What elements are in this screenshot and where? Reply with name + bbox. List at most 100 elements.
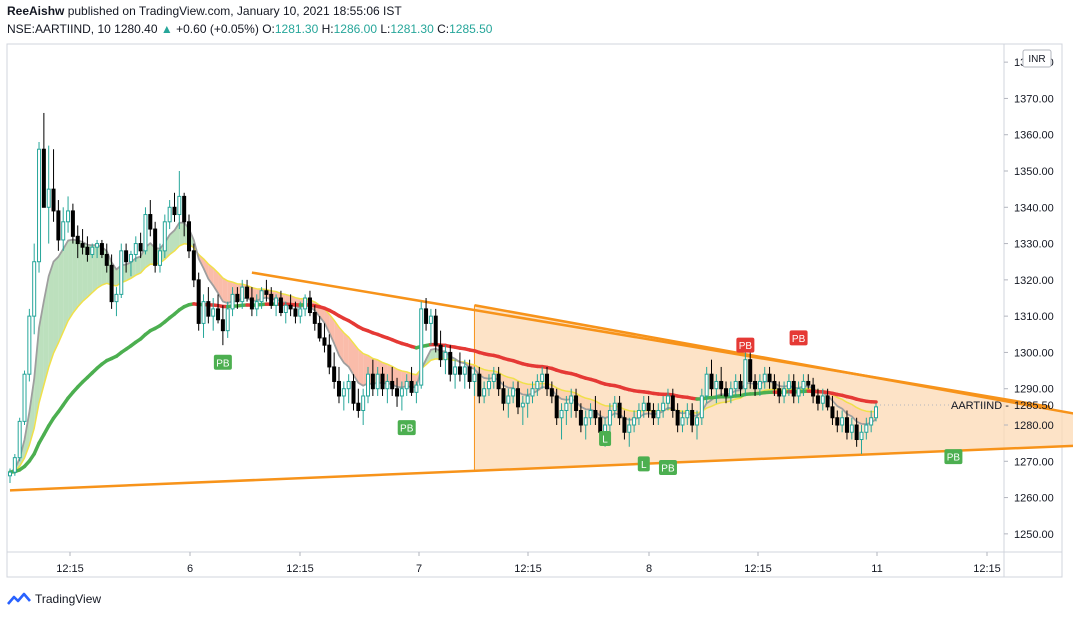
candle-body xyxy=(767,373,772,382)
candle-body xyxy=(665,395,670,404)
candle-body xyxy=(85,246,90,255)
candle-body xyxy=(201,301,206,324)
candle-body xyxy=(356,402,361,411)
x-tick-label: 6 xyxy=(187,563,193,575)
candle-body xyxy=(288,304,293,310)
candle-body xyxy=(80,243,85,248)
candle xyxy=(283,301,288,324)
y-tick-label: 1280.00 xyxy=(1014,420,1054,432)
signal-label: PB xyxy=(739,341,753,352)
candle-body xyxy=(762,373,767,382)
candle-body xyxy=(627,424,632,433)
candle-body xyxy=(399,388,404,397)
candle xyxy=(37,141,42,273)
candle-body xyxy=(32,261,37,317)
candle-body xyxy=(317,322,322,339)
candle-body xyxy=(409,380,414,393)
candle-body xyxy=(559,409,564,419)
candle-body xyxy=(419,308,424,386)
candle-body xyxy=(366,373,371,397)
candle-body xyxy=(486,380,491,390)
candle-body xyxy=(520,402,525,408)
candle-body xyxy=(27,315,32,375)
candle xyxy=(457,352,462,382)
signal-label: PB xyxy=(400,424,414,435)
candle-body xyxy=(119,250,124,295)
candle xyxy=(22,370,27,425)
candle-body xyxy=(525,395,530,404)
candle-body xyxy=(51,188,56,212)
candle xyxy=(274,294,279,317)
candle-body xyxy=(259,290,264,303)
candle-body xyxy=(738,380,743,390)
y-tick-label: 1320.00 xyxy=(1014,275,1054,287)
candle-body xyxy=(187,221,192,252)
price-chart[interactable]: PB PB L L PB PB PB PB 1250.00 1260.00 1270.00 1280.… xyxy=(0,0,1073,618)
candle-body xyxy=(385,380,390,390)
candle-body xyxy=(138,243,143,252)
candle-body xyxy=(56,210,61,241)
ema-cloud-segment xyxy=(53,256,59,354)
candle-body xyxy=(690,409,695,426)
candle-body xyxy=(622,417,627,433)
y-tick-label: 1330.00 xyxy=(1014,239,1054,251)
footer-brand[interactable]: TradingView xyxy=(7,592,101,606)
footer-brand-label: TradingView xyxy=(35,592,102,606)
candle-body xyxy=(632,417,637,426)
candle-body xyxy=(12,457,17,473)
candle-body xyxy=(825,395,830,408)
candle-body xyxy=(617,402,622,419)
candle xyxy=(428,308,433,346)
candle-body xyxy=(448,351,453,375)
candle-body xyxy=(254,301,259,310)
x-tick-label: 8 xyxy=(646,563,652,575)
candle-body xyxy=(182,195,187,223)
candle-body xyxy=(680,417,685,426)
candle-body xyxy=(699,395,704,419)
candle xyxy=(51,149,56,222)
candle-body xyxy=(283,304,288,314)
candle-body xyxy=(322,337,327,346)
candle-body xyxy=(424,308,429,324)
candle-body xyxy=(235,293,240,303)
candle-body xyxy=(274,297,279,306)
candle-body xyxy=(844,417,849,433)
candle xyxy=(32,243,37,335)
candle-body xyxy=(95,243,100,248)
candle-body xyxy=(506,395,511,404)
candle-body xyxy=(133,243,138,255)
candle xyxy=(317,316,322,342)
ema-cloud-segment xyxy=(48,261,54,368)
candle-body xyxy=(719,380,724,390)
candle-body xyxy=(22,373,27,422)
candle xyxy=(66,196,71,233)
ema-cloud-segment xyxy=(222,278,228,304)
candle xyxy=(245,279,250,302)
last-price-symbol: AARTIIND - xyxy=(951,400,1009,412)
candle-body xyxy=(414,384,419,393)
candle-body xyxy=(128,253,133,263)
candle-body xyxy=(361,395,366,411)
signal-label: PB xyxy=(216,358,230,369)
candle-body xyxy=(109,264,114,303)
ema-cloud-segment xyxy=(77,240,83,307)
candle xyxy=(167,200,172,230)
candle-body xyxy=(438,344,443,361)
candle-body xyxy=(540,373,545,382)
candle-body xyxy=(404,380,409,390)
ema-cloud-segment xyxy=(179,222,185,246)
ema-cloud-segment xyxy=(397,369,402,388)
candle-body xyxy=(849,424,854,433)
candle-body xyxy=(728,388,733,397)
candle-body xyxy=(815,395,820,404)
candle xyxy=(211,298,216,331)
candle xyxy=(119,243,124,298)
candle xyxy=(448,345,453,382)
ema-cloud-segment xyxy=(58,249,64,343)
candle xyxy=(196,272,201,331)
candle-body xyxy=(172,206,177,216)
candle-body xyxy=(636,409,641,419)
candle-body xyxy=(90,246,95,255)
candle-body xyxy=(554,395,559,419)
candle xyxy=(177,171,182,230)
